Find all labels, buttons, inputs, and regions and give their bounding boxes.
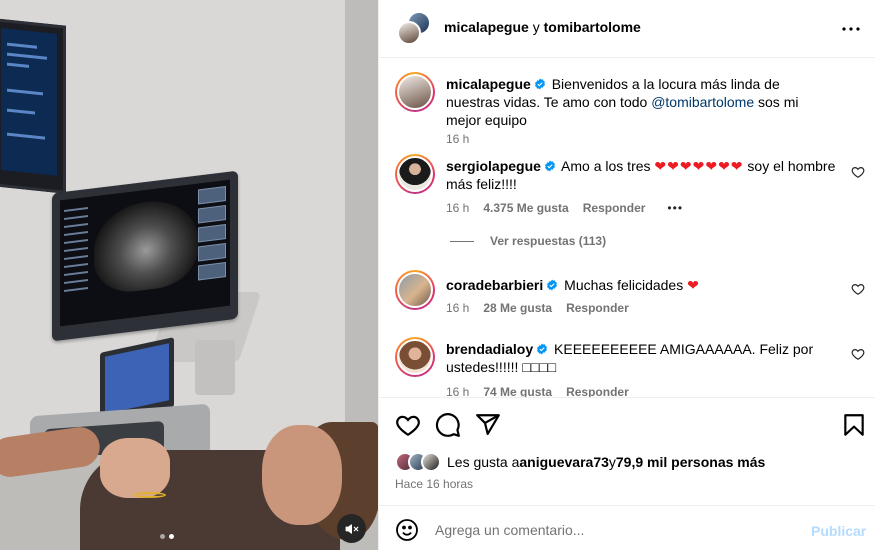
view-replies-button[interactable]: Ver respuestas (113) [450, 234, 606, 248]
comment-input[interactable] [435, 519, 795, 541]
heart-emojis: ❤❤❤❤❤❤❤ [654, 158, 744, 174]
username[interactable]: micalapegue [446, 76, 531, 92]
coauthor-link[interactable]: tomibartolome [544, 19, 641, 35]
post-time[interactable]: Hace 16 horas [395, 477, 473, 491]
author-link[interactable]: micalapegue [444, 19, 529, 35]
heart-emojis: ❤ [687, 277, 700, 293]
smiley-icon[interactable] [395, 518, 419, 542]
reply-button[interactable]: Responder [566, 385, 629, 397]
post-sidebar: micalapegue y tomibartolome micalapegue … [378, 0, 875, 550]
view-replies-label: Ver respuestas (113) [490, 234, 607, 248]
comment-likes[interactable]: 28 Me gusta [483, 301, 552, 315]
comment-body: Amo a los tres [561, 158, 655, 174]
post-authors: micalapegue y tomibartolome [444, 19, 641, 35]
hand [100, 438, 170, 498]
send-icon[interactable] [475, 412, 501, 438]
username[interactable]: brendadialoy [446, 341, 533, 357]
comment-text: brendadialoy KEEEEEEEEEE AMIGAAAAAA. Fel… [446, 340, 836, 376]
publish-button[interactable]: Publicar [811, 523, 866, 539]
replies-line [450, 240, 474, 242]
comment-options-button[interactable]: ••• [667, 201, 683, 215]
avatar[interactable] [395, 154, 435, 194]
comment-meta: 16 h 4.375 Me gusta Responder ••• [446, 201, 683, 215]
carousel-dots [160, 534, 174, 539]
caption-text: micalapegue Bienvenidos a la locura más … [446, 75, 836, 129]
timestamp[interactable]: 16 h [446, 132, 469, 146]
action-bar: Les gusta a aniguevara73 y 79,9 mil pers… [379, 397, 875, 505]
comment-composer: Publicar [379, 505, 875, 550]
comment-text: sergiolapegue Amo a los tres ❤❤❤❤❤❤❤ soy… [446, 157, 836, 193]
verified-badge-icon [544, 160, 555, 172]
emoji-placeholders: □□□□ [522, 359, 557, 375]
muted-speaker-icon [345, 523, 358, 534]
username[interactable]: coradebarbieri [446, 277, 543, 293]
comment-likes[interactable]: 74 Me gusta [483, 385, 552, 397]
bracelet [134, 492, 166, 498]
avatar[interactable] [395, 72, 435, 112]
verified-badge-icon [537, 343, 548, 355]
avatar-micalapegue[interactable] [397, 21, 421, 45]
timestamp[interactable]: 16 h [446, 301, 469, 315]
username[interactable]: sergiolapegue [446, 158, 541, 174]
avatar[interactable] [395, 337, 435, 377]
liker-avatars [395, 452, 447, 472]
like-comment-icon[interactable] [851, 165, 865, 179]
wall-monitor [0, 18, 66, 194]
verified-badge-icon [547, 279, 558, 291]
post-header: micalapegue y tomibartolome [379, 0, 875, 58]
ultrasound-image [94, 195, 198, 297]
caption-meta: 16 h [446, 132, 469, 146]
reply-button[interactable]: Responder [583, 201, 646, 215]
comment-body: Muchas felicidades [564, 277, 688, 293]
heart-outline-icon[interactable] [395, 412, 421, 438]
wall [345, 0, 378, 430]
likes-count[interactable]: 79,9 mil personas más [616, 454, 765, 470]
like-comment-icon[interactable] [851, 282, 865, 296]
verified-badge-icon [534, 78, 545, 90]
monitor-arm-base [195, 340, 235, 395]
likes-prefix: Les gusta a [447, 454, 520, 470]
comment-meta: 16 h 28 Me gusta Responder [446, 301, 629, 315]
timestamp[interactable]: 16 h [446, 385, 469, 397]
more-options-button[interactable] [839, 17, 863, 41]
comment-icon[interactable] [435, 412, 461, 438]
comment-likes[interactable]: 4.375 Me gusta [483, 201, 568, 215]
mute-button[interactable] [337, 514, 366, 543]
collab-avatars[interactable] [395, 11, 431, 47]
like-comment-icon[interactable] [851, 347, 865, 361]
carousel-dot[interactable] [160, 534, 165, 539]
ultrasound-monitor [52, 170, 238, 342]
comment-text: coradebarbieri Muchas felicidades ❤ [446, 276, 836, 294]
bookmark-icon[interactable] [841, 412, 867, 438]
carousel-dot-active[interactable] [169, 534, 174, 539]
comment-meta: 16 h 74 Me gusta Responder [446, 385, 629, 397]
liker-username[interactable]: aniguevara73 [519, 454, 609, 470]
comments-list[interactable]: micalapegue Bienvenidos a la locura más … [379, 58, 875, 397]
post-media[interactable] [0, 0, 378, 550]
patient-face [262, 425, 342, 525]
mention-link[interactable]: @tomibartolome [651, 94, 754, 110]
likes-summary[interactable]: Les gusta a aniguevara73 y 79,9 mil pers… [395, 452, 765, 472]
author-connector: y [532, 19, 540, 35]
avatar[interactable] [395, 270, 435, 310]
likes-middle: y [608, 454, 616, 470]
timestamp[interactable]: 16 h [446, 201, 469, 215]
reply-button[interactable]: Responder [566, 301, 629, 315]
more-horizontal-icon [842, 27, 860, 31]
